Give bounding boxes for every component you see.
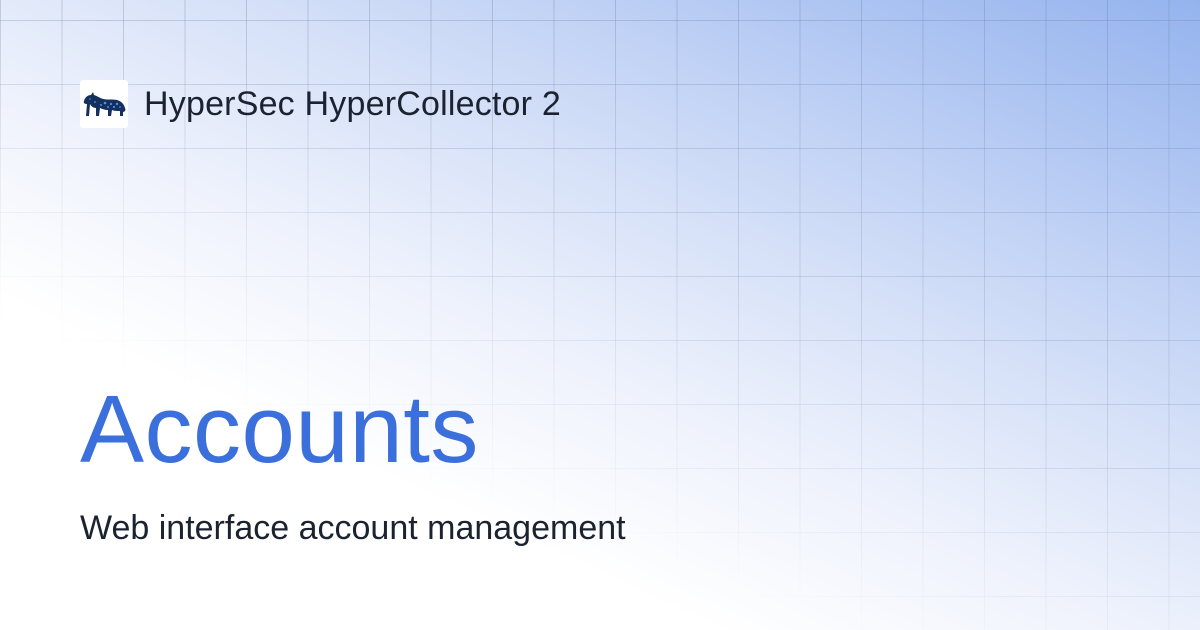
panther-logo-icon: [80, 80, 128, 128]
app-name: HyperSec HyperCollector 2: [144, 84, 561, 123]
page-subtitle: Web interface account management: [80, 509, 626, 547]
page-title: Accounts: [80, 376, 479, 483]
brand-header: HyperSec HyperCollector 2: [80, 80, 561, 128]
